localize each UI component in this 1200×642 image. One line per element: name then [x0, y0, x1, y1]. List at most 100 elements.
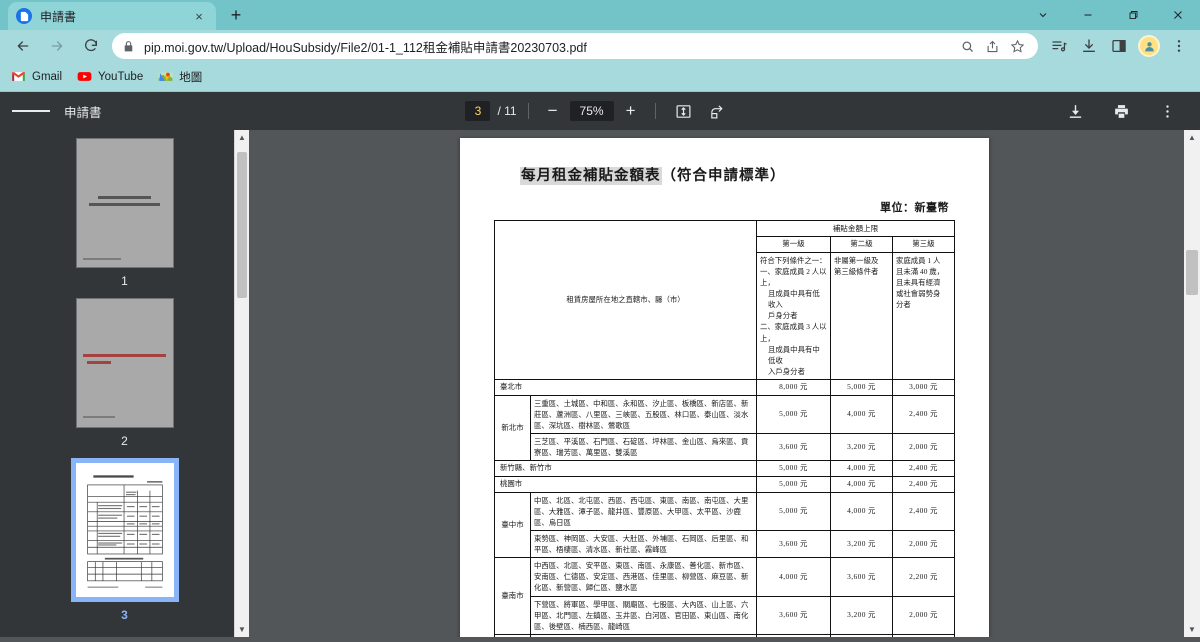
thumbnail-item-3[interactable]: 3 — [70, 458, 179, 626]
header-amount-group: 補貼金額上限 — [756, 220, 955, 237]
row-tier1: 5,000 元 — [756, 394, 831, 435]
profile-avatar[interactable] — [1138, 35, 1160, 57]
row-tier3: 2,400 元 — [892, 460, 955, 477]
row-tier2: 4,000 元 — [830, 491, 893, 532]
divider — [527, 103, 529, 119]
rotate-icon[interactable] — [704, 97, 732, 125]
main-scrollbar-thumb[interactable] — [1186, 250, 1198, 295]
tier1-cond-2: 二、家庭成員 3 人以上， — [760, 322, 827, 343]
tier2-cond-a: 非屬第一級及 — [834, 255, 879, 265]
thumbnail-item-2[interactable]: 2 — [75, 298, 174, 452]
thumbnail-sidebar: 1 2 3 ▲ ▼ — [0, 130, 249, 637]
fit-to-page-icon[interactable] — [670, 97, 698, 125]
row-tier1: 8,000 元 — [756, 378, 831, 396]
row-tier3: 2,400 元 — [892, 394, 955, 435]
bookmark-youtube[interactable]: YouTube — [76, 69, 143, 85]
scroll-down-arrow-icon[interactable]: ▼ — [1184, 622, 1200, 637]
row-city: 臺南市 — [494, 557, 531, 635]
chevron-down-icon[interactable] — [1020, 0, 1065, 30]
url-text: pip.moi.gov.tw/Upload/HouSubsidy/File2/0… — [144, 40, 587, 55]
zoom-out-button[interactable]: − — [540, 98, 566, 124]
row-tier1: 5,000 元 — [756, 460, 831, 477]
row-areas: 中西區、北區、安平區、東區、南區、永康區、善化區、新市區、安南區、仁德區、安定區… — [530, 557, 757, 597]
row-city: 桃園市 — [494, 475, 757, 493]
row-tier3: 3,000 元 — [892, 378, 955, 396]
scroll-down-arrow-icon[interactable]: ▼ — [235, 622, 249, 637]
thumbnail-page-preview[interactable] — [75, 138, 174, 268]
zoom-search-icon[interactable] — [956, 35, 978, 57]
bookmark-gmail[interactable]: Gmail — [10, 69, 62, 85]
thumbnail-label: 1 — [121, 274, 128, 288]
table-row: 新北市 三重區、土城區、中和區、永和區、汐止區、板橋區、新店區、新莊區、蘆洲區、… — [494, 394, 955, 462]
address-bar[interactable]: pip.moi.gov.tw/Upload/HouSubsidy/File2/0… — [112, 33, 1038, 59]
bookmark-maps[interactable]: 地圖 — [157, 69, 202, 85]
forward-icon[interactable] — [43, 32, 71, 60]
browser-toolbar: pip.moi.gov.tw/Upload/HouSubsidy/File2/0… — [0, 30, 1200, 62]
new-tab-button[interactable]: + — [222, 1, 250, 29]
row-city: 新北市 — [494, 394, 531, 462]
side-panel-icon[interactable] — [1106, 33, 1132, 59]
row-tier3: 2,200 元 — [892, 633, 955, 637]
thumbnail-list: 1 2 3 — [0, 130, 249, 632]
header-tier-3: 第三級 — [892, 236, 955, 253]
thumbnail-page-preview-selected[interactable] — [70, 458, 179, 602]
page-number-input[interactable]: 3 — [465, 101, 491, 121]
row-tier2: 3,200 元 — [830, 530, 893, 559]
table-row: 高雄市 小港區、楠梓區、大社區、大寮區、大樹區、仁武區、岡山區、林園區、梓官區、… — [494, 633, 955, 637]
document-title: 每月租金補貼金額表（符合申請標準） — [520, 164, 955, 185]
three-dot-menu-icon[interactable] — [1166, 33, 1192, 59]
hamburger-menu-icon[interactable] — [12, 92, 51, 130]
row-tier2: 4,000 元 — [830, 475, 893, 493]
minimize-icon[interactable] — [1065, 0, 1110, 30]
row-areas: 三芝區、平溪區、石門區、石碇區、坪林區、金山區、烏來區、貢寮區、瑞芳區、萬里區、… — [530, 432, 757, 462]
reading-list-icon[interactable] — [1046, 33, 1072, 59]
bookmark-label: Gmail — [32, 70, 63, 83]
table-row: 臺北市 8,000 元 5,000 元 3,000 元 — [494, 378, 955, 396]
row-areas: 小港區、楠梓區、大社區、大寮區、大樹區、仁武區、岡山區、林園區、梓官區、鳥松區、… — [530, 633, 757, 637]
table-row: 三芝區、平溪區、石門區、石碇區、坪林區、金山區、烏來區、貢寮區、瑞芳區、萬里區、… — [495, 432, 955, 462]
tab-close-icon[interactable]: × — [190, 7, 208, 25]
thumbnail-page-preview[interactable] — [75, 298, 174, 428]
tab-strip: 申請書 × + — [0, 0, 1200, 30]
row-tier1: 5,000 元 — [756, 475, 831, 493]
reload-icon[interactable] — [77, 32, 105, 60]
thumbnail-label: 2 — [121, 434, 128, 448]
row-areas: 三重區、土城區、中和區、永和區、汐止區、板橋區、新店區、新莊區、蘆洲區、八里區、… — [530, 394, 757, 435]
share-icon[interactable] — [981, 35, 1003, 57]
header-tier-1: 第一級 — [756, 236, 831, 253]
back-icon[interactable] — [9, 32, 37, 60]
bookmark-star-icon[interactable] — [1006, 35, 1028, 57]
thumbnail-label: 3 — [121, 608, 128, 622]
sidebar-scrollbar-thumb[interactable] — [237, 152, 247, 298]
pdf-toolbar: 申請書 3 / 11 − 75% + — [0, 92, 1200, 130]
more-options-icon[interactable] — [1153, 97, 1181, 125]
main-scrollbar[interactable]: ▲ ▼ — [1184, 130, 1200, 637]
thumbnail-item-1[interactable]: 1 — [75, 138, 174, 292]
row-tier2: 5,000 元 — [830, 378, 893, 396]
row-city: 高雄市 — [494, 633, 531, 637]
divider — [654, 103, 656, 119]
zoom-level-display[interactable]: 75% — [569, 101, 614, 121]
zoom-in-button[interactable]: + — [618, 98, 644, 124]
thumbnail-mini-table — [77, 465, 172, 595]
print-icon[interactable] — [1107, 97, 1135, 125]
tier3-cond-a: 家庭成員 1 人 — [896, 255, 941, 265]
sidebar-scrollbar[interactable]: ▲ ▼ — [234, 130, 249, 637]
row-tier3: 2,000 元 — [892, 530, 955, 559]
browser-tab[interactable]: 申請書 × — [8, 2, 216, 30]
scroll-up-arrow-icon[interactable]: ▲ — [1184, 130, 1200, 145]
row-tier1: 3,600 元 — [756, 595, 831, 635]
download-icon[interactable] — [1061, 97, 1089, 125]
download-icon[interactable] — [1076, 33, 1102, 59]
row-tier1: 4,000 元 — [756, 633, 831, 637]
scroll-up-arrow-icon[interactable]: ▲ — [235, 130, 249, 145]
tier3-cond-d: 或社會弱勢身 — [896, 289, 941, 299]
tab-title: 申請書 — [40, 9, 77, 24]
tier3-cond-c: 且未具有經濟 — [896, 277, 941, 287]
table-row: 桃園市 5,000 元 4,000 元 2,400 元 — [494, 475, 955, 493]
document-title-highlighted: 每月租金補貼金額表 — [520, 167, 662, 185]
row-tier3: 2,000 元 — [892, 432, 955, 462]
maximize-icon[interactable] — [1110, 0, 1155, 30]
close-icon[interactable] — [1155, 0, 1200, 30]
tier3-cond-e: 分者 — [896, 300, 911, 310]
